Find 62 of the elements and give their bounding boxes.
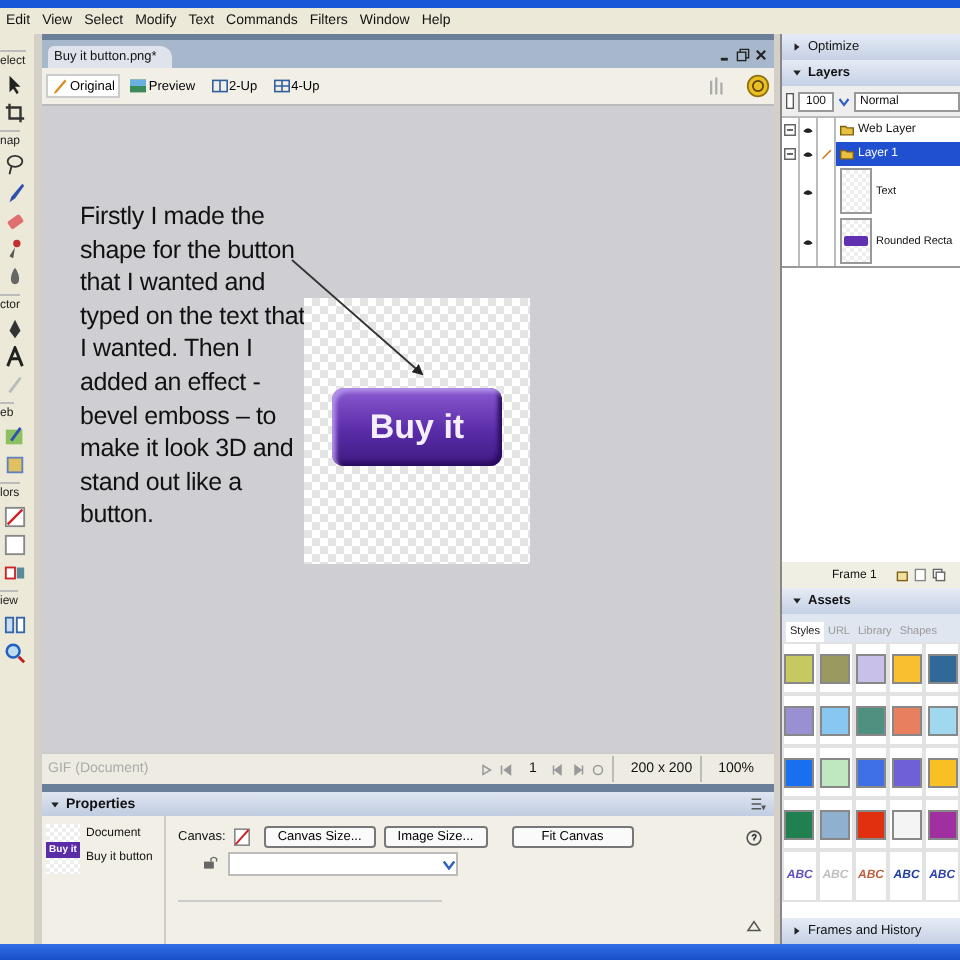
pencil-icon <box>52 78 68 94</box>
quick-export-icon[interactable] <box>746 74 770 98</box>
style-swatch[interactable] <box>855 653 886 683</box>
style-swatch[interactable] <box>855 809 886 839</box>
collapse-toggle-icon[interactable] <box>784 124 796 136</box>
canvas-color-icon[interactable] <box>233 827 250 847</box>
style-swatch[interactable] <box>784 809 815 839</box>
four-panes-icon <box>273 78 290 94</box>
style-swatch[interactable] <box>927 809 958 839</box>
crop-icon[interactable] <box>4 102 26 124</box>
expanded-triangle-icon <box>792 596 802 606</box>
hotspot-icon[interactable] <box>4 426 26 448</box>
collapse-toggle-icon[interactable] <box>784 148 796 160</box>
expanded-triangle-icon <box>792 68 802 78</box>
collapsed-triangle-icon <box>792 42 802 52</box>
two-panes-icon <box>211 78 228 94</box>
collapse-icon[interactable] <box>746 920 762 932</box>
eye-icon[interactable] <box>802 235 814 247</box>
style-swatch[interactable] <box>784 757 815 787</box>
pen-icon[interactable] <box>4 318 26 340</box>
collapsed-triangle-icon <box>792 926 802 936</box>
style-swatch[interactable] <box>891 757 922 787</box>
stroke-color-icon[interactable] <box>4 506 26 528</box>
landscape-icon <box>130 78 147 94</box>
style-swatch[interactable] <box>891 653 922 683</box>
style-swatch[interactable] <box>820 757 851 787</box>
style-swatch[interactable] <box>855 705 886 735</box>
restore-icon[interactable] <box>736 47 750 61</box>
screen-mode-icon[interactable] <box>4 614 26 636</box>
style-swatch[interactable] <box>820 809 851 839</box>
style-swatch[interactable] <box>784 705 815 735</box>
style-swatch[interactable] <box>784 653 815 683</box>
pointer-icon[interactable] <box>4 74 26 96</box>
options-menu-icon[interactable] <box>750 796 766 812</box>
close-icon[interactable] <box>754 47 768 61</box>
stamp-icon[interactable] <box>4 238 26 260</box>
swap-colors-icon[interactable] <box>4 562 26 584</box>
new-layer-icon[interactable] <box>896 568 911 582</box>
text-tool-icon[interactable] <box>4 346 26 368</box>
brush-icon[interactable] <box>4 182 26 204</box>
fill-color-icon[interactable] <box>4 534 26 556</box>
duplicate-icon[interactable] <box>932 568 947 582</box>
annotation-text: Firstly I made the shape for the button that I wanted and typed on the text that I wanted. Then I added an effect - bevel emboss – to make it look 3D and stand out like a button. <box>80 200 307 532</box>
new-bitmap-icon[interactable] <box>914 568 929 582</box>
zoom-icon[interactable] <box>4 642 26 664</box>
style-swatch[interactable] <box>820 705 851 735</box>
button-graphic: Buy it <box>332 388 502 466</box>
lasso-icon[interactable] <box>4 154 26 176</box>
style-swatch[interactable] <box>927 653 958 683</box>
style-swatch[interactable] <box>927 757 958 787</box>
style-swatch[interactable] <box>891 705 922 735</box>
eye-icon[interactable] <box>802 185 814 197</box>
style-swatch[interactable] <box>891 809 922 839</box>
palette-icon[interactable] <box>202 855 220 869</box>
pencil-icon <box>820 148 832 160</box>
slice-icon[interactable] <box>4 454 26 476</box>
style-swatch[interactable] <box>855 757 886 787</box>
style-swatch[interactable] <box>927 705 958 735</box>
style-swatch[interactable] <box>820 653 851 683</box>
expanded-triangle-icon <box>50 799 60 809</box>
help-icon[interactable] <box>746 829 762 845</box>
opacity-slider-icon[interactable] <box>786 92 794 110</box>
